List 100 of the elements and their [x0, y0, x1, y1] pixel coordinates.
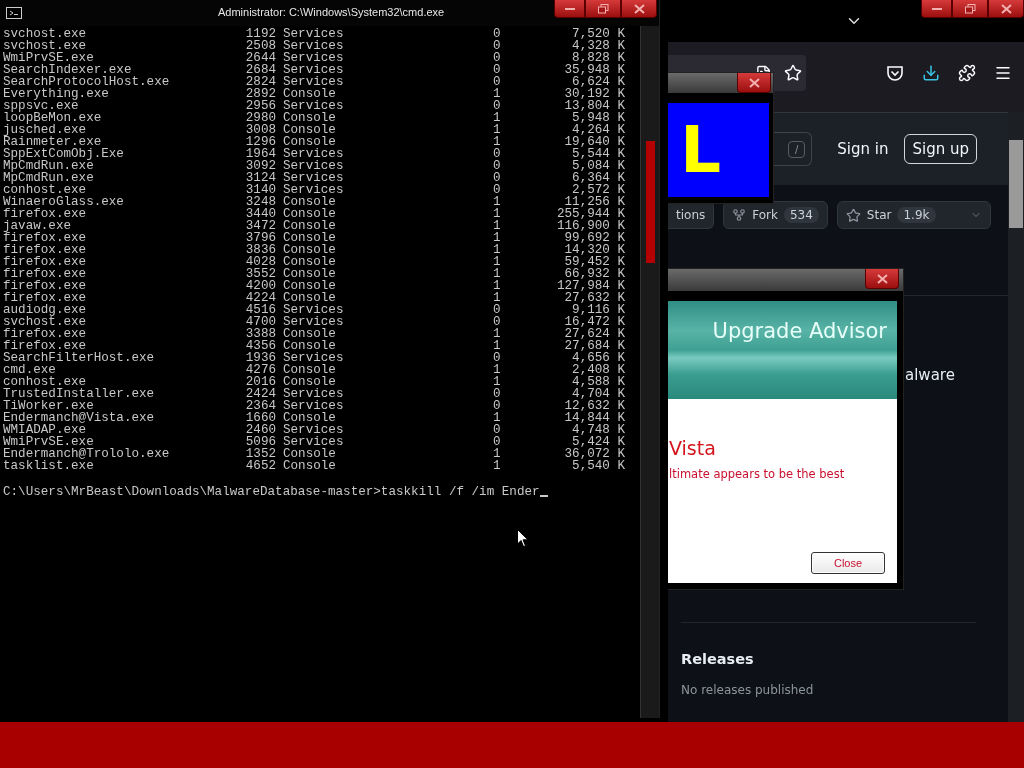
star-button[interactable]: Star 1.9k [836, 201, 991, 229]
memory-usage: 6,624 K [572, 76, 625, 88]
session-name: Services [283, 40, 345, 52]
process-name: conhost.exe [3, 184, 87, 196]
sign-in-link[interactable]: Sign in [837, 140, 889, 158]
session-number: 1 [493, 112, 502, 124]
memory-usage: 12,632 K [563, 400, 625, 412]
process-name: SearchIndexer.exe [3, 64, 132, 76]
process-id: 2892 [244, 88, 276, 100]
dialog-title: Upgrade Advisor [712, 319, 887, 345]
session-number: 0 [493, 424, 502, 436]
session-name: Console [283, 208, 337, 220]
session-number: 0 [493, 100, 502, 112]
process-name: jusched.exe [3, 124, 87, 136]
process-name: firefox.exe [3, 208, 88, 220]
session-number: 1 [493, 232, 502, 244]
process-id: 2460 [244, 424, 276, 436]
session-name: Services [283, 316, 345, 328]
memory-usage: 7,520 K [571, 28, 625, 40]
session-number: 1 [493, 220, 502, 232]
process-id: 2508 [244, 40, 276, 52]
session-name: Services [283, 184, 345, 196]
process-id: 3440 [244, 208, 276, 220]
process-name: WmiPrvSE.exe [3, 52, 94, 64]
process-name: tasklist.exe [3, 460, 94, 472]
count-badge: 1.9k [897, 207, 936, 223]
process-id: 4516 [244, 304, 276, 316]
session-name: Console [283, 364, 337, 376]
process-id: 3388 [244, 328, 276, 340]
memory-usage: 4,264 K [572, 124, 625, 136]
memory-usage: 16,472 K [563, 316, 625, 328]
process-id: 2364 [244, 400, 276, 412]
command-line[interactable]: C:\Users\MrBeast\Downloads\MalwareDatabase-master>taskkill /f /im Ender [3, 486, 540, 498]
session-name: Console [283, 328, 337, 340]
process-id: 3248 [244, 196, 276, 208]
session-name: Console [283, 196, 337, 208]
dialog-message: ltimate appears to be the best [669, 467, 846, 481]
process-id: 4276 [244, 364, 276, 376]
process-name: SearchFilterHost.exe [3, 352, 156, 364]
process-name: conhost.exe [3, 376, 87, 388]
process-name: audiodg.exe [3, 304, 88, 316]
session-name: Console [283, 280, 337, 292]
process-id: 3796 [244, 232, 276, 244]
memory-usage: 59,452 K [563, 256, 625, 268]
session-name: Services [283, 76, 345, 88]
memory-usage: 116,900 K [555, 220, 625, 232]
session-number: 1 [493, 256, 502, 268]
process-id: 3092 [244, 160, 276, 172]
memory-usage: 4,328 K [571, 40, 625, 52]
dialog-heading: Vista [669, 437, 717, 459]
memory-usage: 30,192 K [563, 88, 625, 100]
session-name: Services [283, 352, 345, 364]
process-id: 2016 [244, 376, 276, 388]
process-name: MpCmdRun.exe [3, 172, 95, 184]
process-id: 4200 [244, 280, 276, 292]
about-text: alware [904, 366, 956, 384]
session-name: Console [283, 268, 337, 280]
sign-up-button[interactable]: Sign up [904, 134, 977, 164]
process-name: cmd.exe [3, 364, 56, 376]
process-id: 4700 [244, 316, 276, 328]
session-number: 0 [493, 400, 502, 412]
session-name: Console [283, 256, 337, 268]
process-id: 1660 [244, 412, 276, 424]
process-id: 3836 [244, 244, 276, 256]
session-name: Services [283, 160, 345, 172]
close-button[interactable]: Close [811, 552, 885, 574]
session-name: Console [283, 136, 336, 148]
session-number: 0 [493, 64, 502, 76]
session-number: 0 [493, 160, 502, 172]
memory-usage: 4,656 K [572, 352, 625, 364]
memory-usage: 11,256 K [564, 196, 625, 208]
memory-usage: 127,984 K [555, 280, 625, 292]
process-name: javaw.exe [3, 220, 72, 232]
fork-button[interactable]: Fork 534 [723, 201, 828, 229]
session-number: 0 [493, 172, 502, 184]
session-number: 0 [493, 28, 502, 40]
memory-usage: 5,084 K [571, 160, 625, 172]
session-name: Services [283, 400, 345, 412]
session-name: Services [283, 64, 345, 76]
session-name: Console [283, 220, 337, 232]
session-name: Services [283, 424, 345, 436]
session-name: Console [283, 232, 337, 244]
process-name: firefox.exe [3, 340, 87, 352]
session-number: 1 [493, 196, 502, 208]
releases-note: No releases published [680, 683, 815, 697]
memory-usage: 13,804 K [563, 100, 625, 112]
session-number: 1 [493, 88, 502, 100]
memory-usage: 5,544 K [572, 148, 625, 160]
window-title: Administrator: C:\Windows\System32\cmd.exe [218, 6, 445, 18]
process-name: WMIADAP.exe [3, 424, 87, 436]
process-id: 1296 [244, 136, 276, 148]
session-number: 0 [493, 76, 502, 88]
session-number: 1 [493, 208, 502, 220]
session-number: 0 [493, 352, 502, 364]
session-number: 1 [493, 412, 502, 424]
process-name: firefox.exe [3, 328, 88, 340]
session-number: 1 [493, 448, 502, 460]
process-id: 1192 [244, 28, 276, 40]
process-name: firefox.exe [3, 244, 88, 256]
memory-usage: 5,424 K [572, 436, 625, 448]
